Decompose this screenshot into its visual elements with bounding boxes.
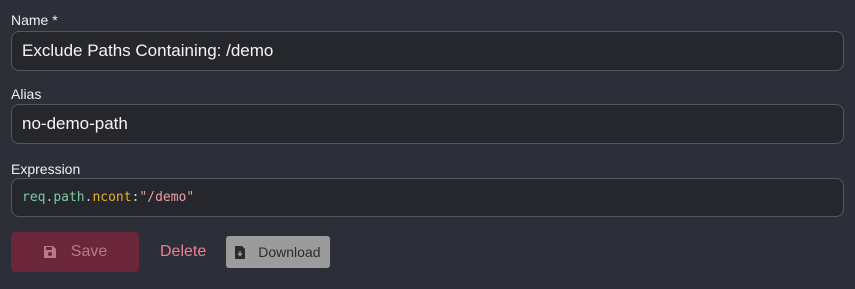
download-button-label: Download [258, 244, 321, 260]
expression-field-group: Expression req. path. ncont: "/demo" [11, 161, 844, 217]
name-label: Name * [11, 12, 58, 28]
floppy-disk-icon [43, 245, 57, 259]
expression-token-property: path [53, 190, 85, 205]
expression-token-function: ncont [92, 190, 132, 205]
name-input[interactable]: Exclude Paths Containing: /demo [11, 31, 844, 71]
expression-token-colon: : [131, 190, 140, 205]
expression-token-dot: . [84, 190, 93, 205]
download-button[interactable]: Download [226, 236, 331, 268]
alias-label: Alias [11, 86, 42, 102]
save-button-label: Save [70, 243, 108, 260]
file-download-icon [234, 245, 246, 260]
expression-token-dot: . [45, 190, 54, 205]
expression-label: Expression [11, 161, 81, 177]
expression-editor[interactable]: req. path. ncont: "/demo" [11, 178, 844, 217]
delete-button[interactable]: Delete [160, 243, 206, 261]
expression-token-string: "/demo" [139, 190, 195, 205]
name-field-group: Name * Exclude Paths Containing: /demo [11, 12, 844, 71]
form-actions: Save Delete Download [11, 232, 331, 272]
expression-token-object: req [22, 190, 46, 205]
alias-input[interactable]: no-demo-path [11, 104, 844, 144]
save-button[interactable]: Save [11, 232, 139, 272]
alias-field-group: Alias no-demo-path [11, 86, 844, 144]
filter-edit-form: Name * Exclude Paths Containing: /demo A… [0, 0, 855, 289]
